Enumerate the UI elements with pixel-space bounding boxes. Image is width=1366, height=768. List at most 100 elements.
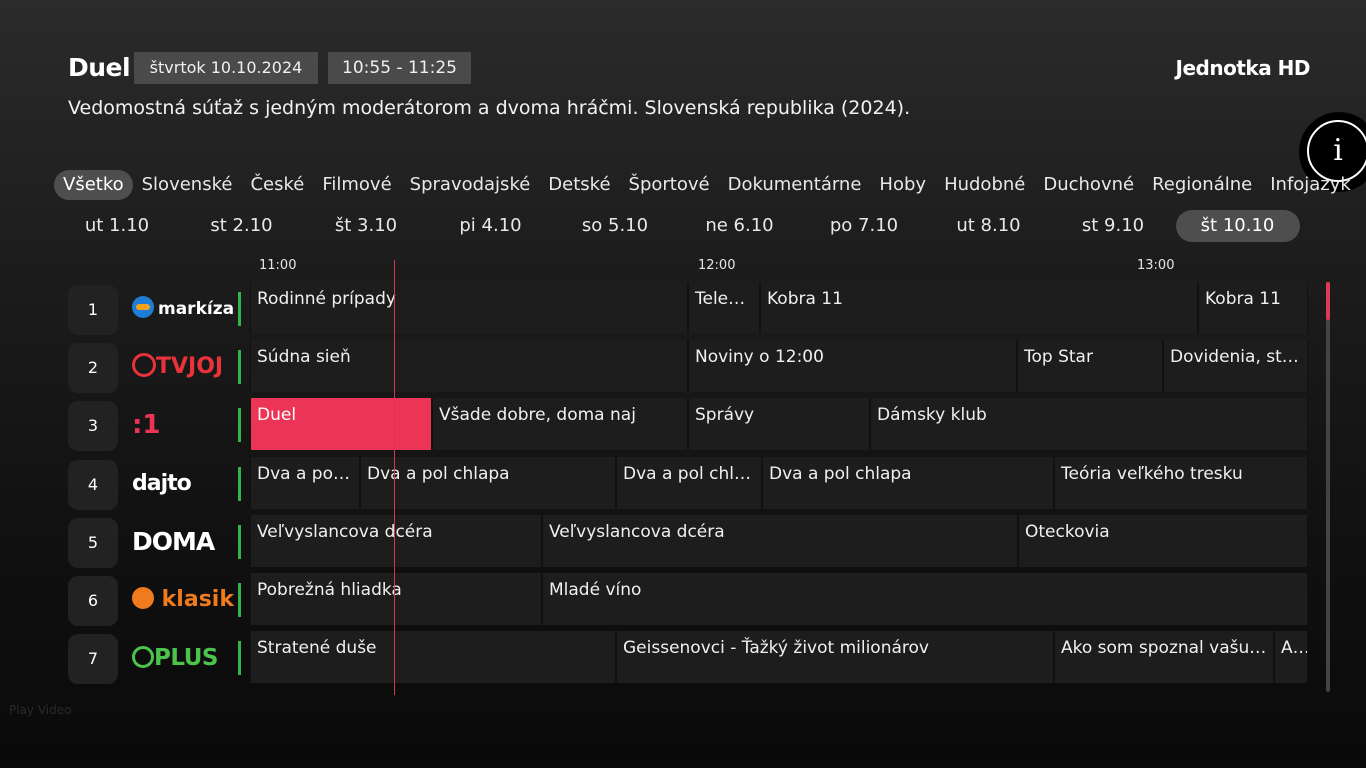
logo-text: markíza [158,299,235,319]
day-tab[interactable]: ne 6.10 [678,210,802,242]
program-cell[interactable]: Noviny o 12:00 [688,340,1017,393]
markiza-icon [132,296,154,318]
program-cell[interactable]: Mladé víno [542,573,1308,625]
program-cell[interactable]: Geissenovci - Ťažký život milionárov [616,631,1054,684]
program-strip: Duel Všade dobre, doma naj Správy Dámsky kl… [250,398,1308,451]
program-cell[interactable]: Veľvyslancova dcéra [250,514,542,567]
plus-logo[interactable]: PLUS [132,641,218,675]
program-cell[interactable]: Kobra 11 [760,282,1198,334]
klasik-logo[interactable]: klasik [132,583,234,617]
genre-tab[interactable]: České [241,170,313,200]
scrollbar-track[interactable] [1326,282,1330,692]
channel-row: 1 markíza Rodinné prípady Televí… Kobra 11 Ko… [68,282,1308,335]
doma-logo[interactable]: DOMA [132,525,215,559]
genre-tab[interactable]: Regionálne [1143,170,1261,200]
genre-tab[interactable]: Infojazyk [1261,170,1360,200]
program-cell[interactable]: Dva a pol chlapa [762,456,1054,509]
program-cell[interactable]: Oteckovia [1018,514,1308,567]
day-tab[interactable]: pi 4.10 [429,210,553,242]
channel-number[interactable]: 1 [68,285,118,335]
program-cell[interactable]: Stratené duše [250,631,616,684]
dajto-logo[interactable]: dajto [132,467,192,501]
plus-ring-icon [132,645,154,668]
program-cell[interactable]: Top Star [1017,340,1163,393]
channel-number[interactable]: 4 [68,459,118,510]
program-strip: Súdna sieň Noviny o 12:00 Top Star Dovideni… [250,340,1308,393]
program-strip: Pobrežná hliadka Mladé víno [250,573,1308,625]
channel-row: 4dajtoDva a pol chlapaDva a pol chlapaDv… [68,456,1308,510]
program-cell[interactable]: Dva a pol chlapa [360,456,616,509]
tvjoj-logo[interactable]: TVJOJ [132,350,223,384]
program-cell[interactable]: Dámsky klub [870,398,1308,451]
program-cell[interactable]: Pobrežná hliadka [250,573,542,625]
channel-divider [238,466,241,501]
logo-text: dajto [132,470,192,496]
program-cell[interactable]: Televí… [688,282,760,334]
program-description: Vedomostná súťaž s jedným moderátorom a … [68,97,911,119]
logo-text: PLUS [154,645,218,672]
channel-divider [238,583,241,617]
program-cell[interactable]: Všade dobre, doma naj [432,398,688,451]
program-cell[interactable]: Dva a pol chlapa [250,456,360,509]
channel-row: 6 klasik Pobrežná hliadka Mladé víno [68,573,1308,626]
jednotka-logo[interactable]: :1 [132,408,161,442]
channel-divider [238,292,241,326]
program-cell[interactable]: Veľvyslancova dcéra [542,514,1018,567]
program-cell[interactable]: Rodinné prípady [250,282,688,334]
program-cell[interactable]: Teória veľkého tresku [1054,456,1308,509]
joj-ring-icon [132,353,156,378]
scrollbar-thumb[interactable] [1326,282,1330,320]
channel-number[interactable]: 5 [68,517,118,568]
genre-tab[interactable]: Slovenské [133,170,242,200]
channel-number[interactable]: 7 [68,634,118,685]
play-video-label: Play Video [9,703,72,717]
program-cell[interactable]: Dva a pol chl… [616,456,762,509]
program-strip: Dva a pol chlapaDva a pol chlapaDva a po… [250,456,1308,509]
day-tab[interactable]: št 3.10 [304,210,428,242]
program-title: Duel [68,53,131,82]
genre-tab[interactable]: Hoby [870,170,935,200]
day-tab[interactable]: ut 1.10 [55,210,179,242]
day-tab[interactable]: po 7.10 [802,210,926,242]
day-tab[interactable]: st 2.10 [180,210,304,242]
program-cell[interactable]: Ako som spoznal vašu … [1054,631,1274,684]
genre-filter-bar: Všetko Slovenské České Filmové Spravodajské D… [54,170,1366,200]
channel-row: 2 TVJOJ Súdna sieň Noviny o 12:00 Top Star Do… [68,340,1308,394]
markiza-logo[interactable]: markíza [132,292,234,326]
program-date-chip: štvrtok 10.10.2024 [134,52,318,84]
day-selector: ut 1.10 st 2.10 št 3.10 pi 4.10 so 5.10 ne 6.… [55,210,1305,242]
time-tick: 11:00 [259,258,297,273]
logo-text: :1 [132,410,161,441]
genre-tab[interactable]: Všetko [54,170,133,200]
current-time-indicator [394,260,395,695]
genre-tab[interactable]: Hudobné [935,170,1034,200]
logo-text: DOMA [132,526,215,556]
program-strip: Stratené duše Geissenovci - Ťažký život m… [250,631,1308,684]
program-strip: Veľvyslancova dcéra Veľvyslancova dcéra Ot… [250,514,1308,567]
channel-row: 5 DOMA Veľvyslancova dcéra Veľvyslancova dc… [68,514,1308,568]
channel-number[interactable]: 2 [68,343,118,394]
day-tab[interactable]: ut 8.10 [927,210,1051,242]
day-tab[interactable]: št 10.10 [1175,210,1300,242]
channel-name: Jednotka HD [1175,56,1311,80]
day-tab[interactable]: st 9.10 [1051,210,1175,242]
day-tab[interactable]: so 5.10 [553,210,677,242]
program-cell[interactable]: Ako [1274,631,1308,684]
program-cell-selected[interactable]: Duel [250,398,432,451]
genre-tab[interactable]: Filmové [313,170,400,200]
program-strip: Rodinné prípady Televí… Kobra 11 Kobra 11 [250,282,1308,334]
program-cell[interactable]: Kobra 11 [1198,282,1308,334]
genre-tab[interactable]: Dokumentárne [719,170,871,200]
channel-number[interactable]: 3 [68,401,118,452]
genre-tab[interactable]: Spravodajské [401,170,540,200]
genre-tab[interactable]: Detské [539,170,619,200]
channel-row: 3 :1 Duel Všade dobre, doma naj Správy Dámsky… [68,398,1308,452]
program-cell[interactable]: Dovidenia, staré [1163,340,1308,393]
genre-tab[interactable]: Duchovné [1034,170,1143,200]
genre-tab[interactable]: Športové [620,170,719,200]
channel-number[interactable]: 6 [68,576,118,626]
program-cell[interactable]: Súdna sieň [250,340,688,393]
channel-divider [238,350,241,385]
program-cell[interactable]: Správy [688,398,870,451]
time-tick: 12:00 [698,258,736,273]
